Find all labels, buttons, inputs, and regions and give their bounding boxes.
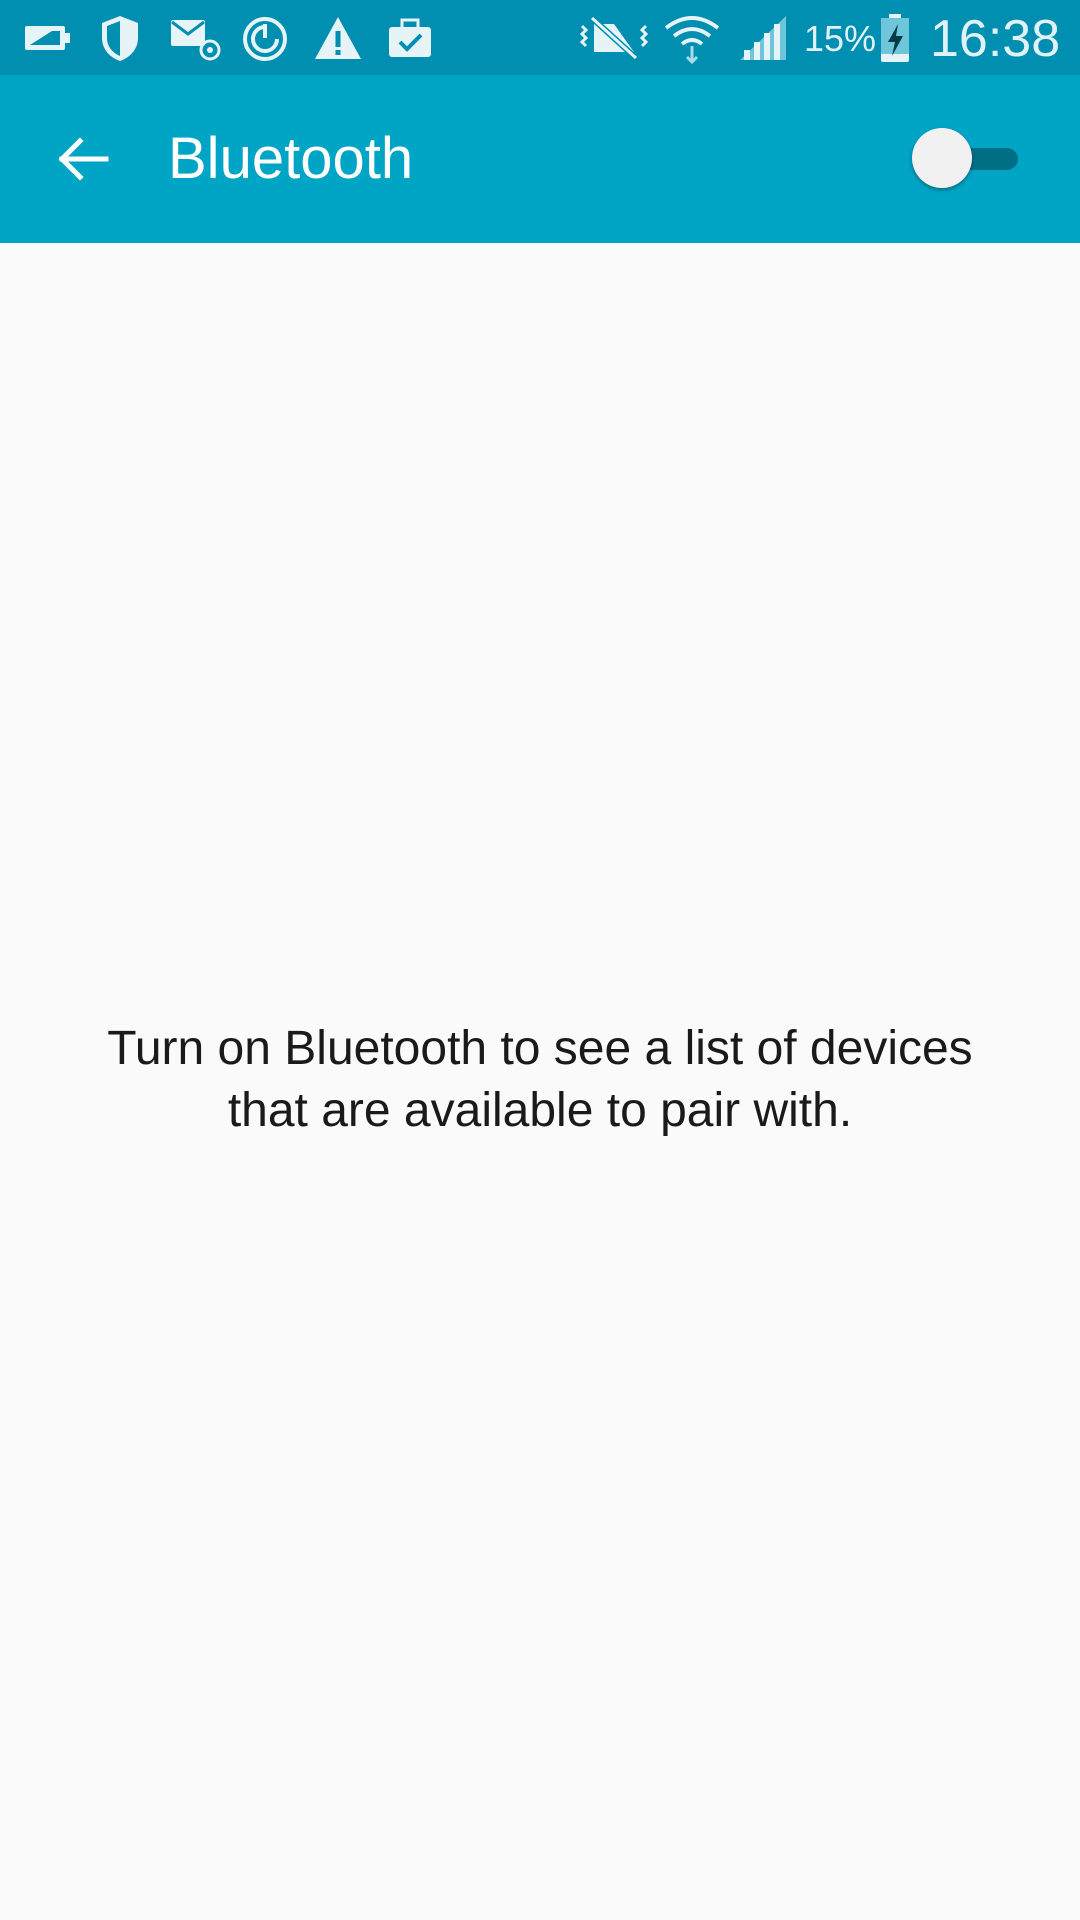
page-title: Bluetooth xyxy=(168,126,414,191)
email-at-icon xyxy=(168,12,222,64)
bluetooth-off-message: Turn on Bluetooth to see a list of devic… xyxy=(40,1018,1040,1142)
app-bar: Bluetooth xyxy=(0,75,1080,243)
message-line-1: Turn on Bluetooth to see a list of devic… xyxy=(107,1022,973,1075)
battery-saver-icon xyxy=(22,12,74,64)
battery-percent: 15% xyxy=(804,18,877,59)
signal-icon xyxy=(738,12,790,64)
wifi-icon xyxy=(662,12,722,64)
bluetooth-toggle[interactable] xyxy=(908,123,1028,193)
back-button[interactable] xyxy=(40,119,126,199)
battery-charging-icon xyxy=(878,12,912,64)
arrow-back-icon xyxy=(58,137,109,181)
status-clock: 16:38 xyxy=(930,10,1061,68)
message-line-2: that are available to pair with. xyxy=(227,1084,853,1137)
vibrate-mute-icon xyxy=(578,12,650,64)
warning-icon xyxy=(312,12,364,64)
status-bar: 15% 16:38 xyxy=(0,0,1080,75)
shield-icon xyxy=(96,12,144,64)
toggle-thumb xyxy=(912,128,972,188)
briefcase-check-icon xyxy=(384,12,436,64)
power-sync-icon xyxy=(240,12,290,64)
